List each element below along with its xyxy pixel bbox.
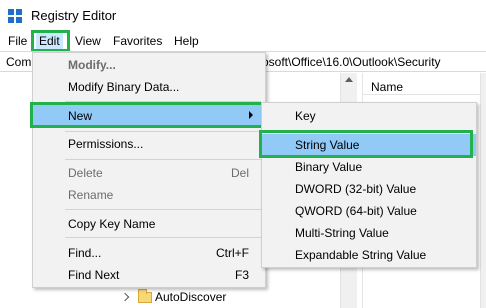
registry-editor-app-icon (8, 9, 22, 23)
menu-item-copy-key-name[interactable]: Copy Key Name (33, 213, 265, 235)
menu-separator (65, 237, 261, 238)
menu-item-find-next[interactable]: Find Next F3 (33, 264, 265, 286)
edit-menu-highlight-box (31, 30, 70, 52)
menu-separator (65, 131, 261, 132)
edit-dropdown-menu: Modify... Modify Binary Data... New Perm… (32, 52, 266, 288)
address-prefix: Com (6, 55, 32, 69)
menu-file[interactable]: File (8, 34, 27, 48)
submenu-item-multi-string-value[interactable]: Multi-String Value (262, 222, 476, 244)
menu-item-modify[interactable]: Modify... (33, 54, 265, 76)
submenu-item-expandable-string-value[interactable]: Expandable String Value (262, 244, 476, 266)
string-value-highlight-box (259, 130, 473, 158)
values-scrollbar[interactable] (480, 73, 486, 308)
column-header-name[interactable]: Name (363, 73, 486, 95)
menu-item-delete[interactable]: Delete Del (33, 162, 265, 184)
menu-separator (65, 159, 261, 160)
submenu-item-binary-value[interactable]: Binary Value (262, 156, 476, 178)
submenu-item-qword-value[interactable]: QWORD (64-bit) Value (262, 200, 476, 222)
shortcut-find: Ctrl+F (216, 246, 249, 260)
submenu-item-dword-value[interactable]: DWORD (32-bit) Value (262, 178, 476, 200)
title-bar: Registry Editor (0, 0, 486, 31)
menu-separator (65, 209, 261, 210)
menu-item-permissions[interactable]: Permissions... (33, 133, 265, 155)
submenu-item-key[interactable]: Key (262, 105, 476, 127)
folder-icon (138, 289, 152, 303)
tree-item-label: AutoDiscover (155, 290, 227, 304)
menu-help[interactable]: Help (174, 34, 199, 48)
column-header-label: Name (371, 80, 404, 94)
shortcut-delete: Del (230, 166, 249, 180)
menu-item-rename[interactable]: Rename (33, 184, 265, 206)
menu-bar: File Edit View Favorites Help (0, 31, 486, 51)
menu-item-find[interactable]: Find... Ctrl+F (33, 242, 265, 264)
scroll-up-arrow-icon[interactable] (345, 77, 353, 82)
menu-favorites[interactable]: Favorites (113, 34, 162, 48)
new-item-highlight-box (30, 102, 264, 128)
shortcut-find-next: F3 (234, 268, 249, 282)
new-submenu: Key String Value Binary Value DWORD (32-… (261, 102, 477, 268)
menu-item-modify-binary[interactable]: Modify Binary Data... (33, 76, 265, 98)
menu-view[interactable]: View (75, 34, 101, 48)
window-title: Registry Editor (31, 8, 117, 23)
address-path: osoft\Office\16.0\Outlook\Security (262, 55, 441, 69)
